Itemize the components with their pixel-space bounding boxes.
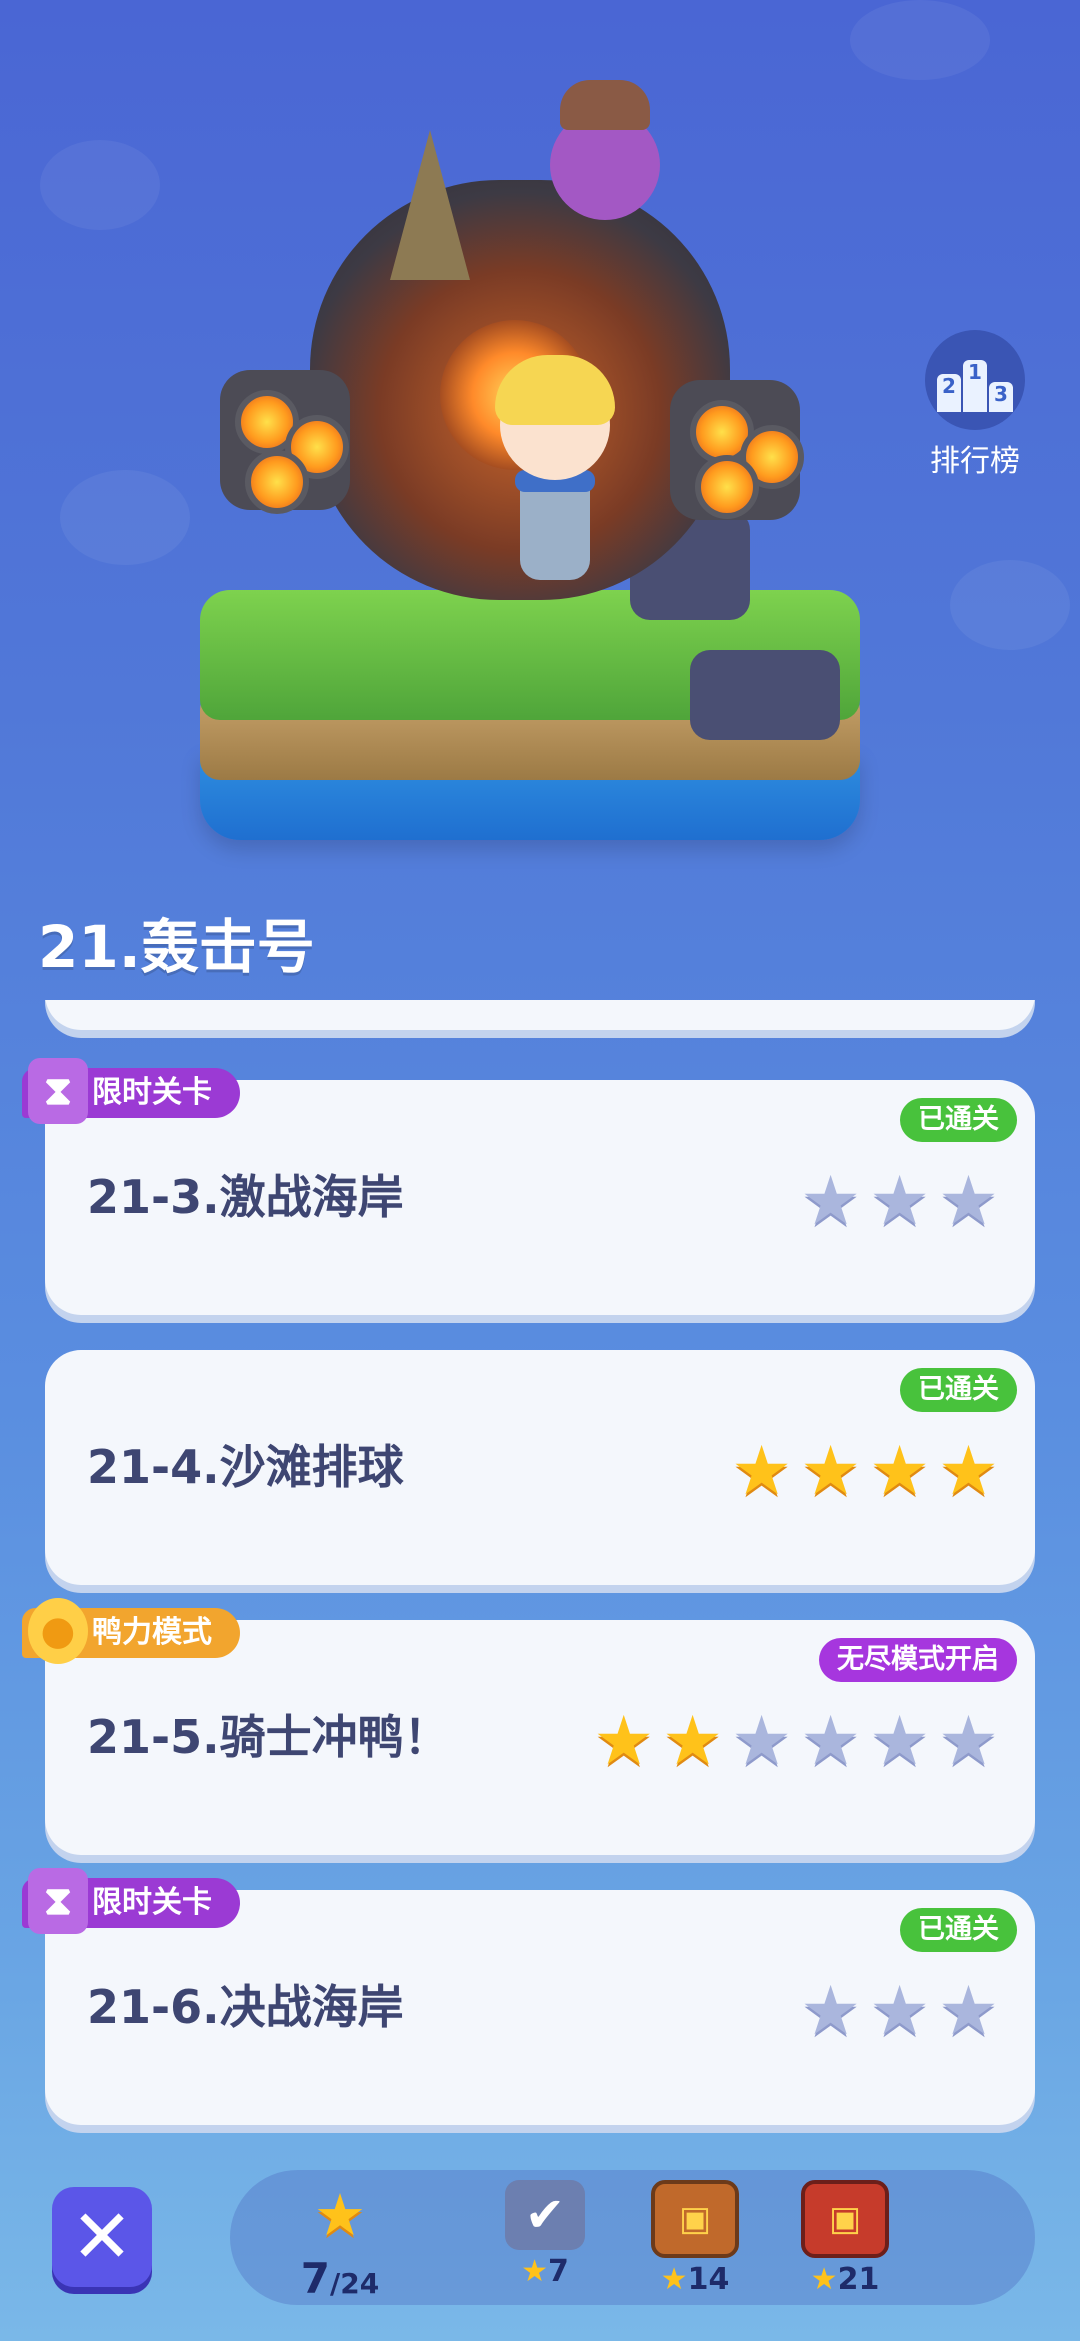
star-icon: ★: [810, 2262, 838, 2297]
background-pattern: [60, 470, 190, 565]
background-pattern: [950, 560, 1070, 650]
leaderboard-button[interactable]: 2 1 3 排行榜: [920, 330, 1030, 480]
level-card[interactable]: 21-4.沙滩排球 已通关 ★ ★ ★ ★: [45, 1350, 1035, 1585]
star-filled-icon: ★: [662, 1702, 724, 1781]
star-rating: ★ ★ ★ ★: [731, 1438, 999, 1506]
reward-threshold: ★7: [490, 2254, 600, 2289]
chapter-title: 21.轰击号: [38, 913, 315, 981]
star-empty-icon: ★: [800, 1162, 862, 1241]
star-icon: ★: [521, 2254, 549, 2289]
rock: [690, 650, 840, 740]
cannon-barrel: [695, 455, 759, 519]
boss-illustration: [190, 70, 890, 850]
reward-milestone[interactable]: ▣ ★14: [640, 2180, 750, 2297]
level-list[interactable]: 21-3.激战海岸 已通关 ★ ★ ★ ⧗ 限时关卡 21-4.沙滩排球 已通关…: [0, 1000, 1080, 2140]
reward-threshold: ★14: [640, 2262, 750, 2297]
star-rewards-bar: ★ 7/24 ✔ ★7 ▣ ★14 ▣ ★21: [230, 2170, 1035, 2305]
tag-label: 鸭力模式: [92, 1615, 212, 1650]
status-badge: 无尽模式开启: [819, 1638, 1017, 1682]
podium-icon: 2 1 3: [925, 330, 1025, 430]
hourglass-icon: ⧗: [28, 1868, 88, 1934]
chest-icon: ▣: [651, 2180, 739, 2258]
podium-second: 2: [937, 374, 961, 412]
pirate-hat: [560, 80, 650, 130]
duck-mode-tag: ● 鸭力模式: [22, 1598, 240, 1664]
star-empty-icon: ★: [731, 1702, 793, 1781]
limited-time-tag: ⧗ 限时关卡: [22, 1058, 240, 1124]
limited-time-tag: ⧗ 限时关卡: [22, 1868, 240, 1934]
star-filled-icon: ★: [731, 1432, 793, 1511]
star-empty-icon: ★: [869, 1702, 931, 1781]
close-button[interactable]: ✕: [52, 2187, 152, 2287]
level-name: 21-4.沙滩排球: [87, 1440, 404, 1494]
cannon-barrel: [245, 450, 309, 514]
star-total: /24: [330, 2267, 380, 2300]
chest-icon: ▣: [801, 2180, 889, 2258]
star-filled-icon: ★: [938, 1432, 999, 1511]
star-rating: ★ ★ ★: [800, 1168, 999, 1236]
reward-value: 7: [548, 2254, 569, 2289]
star-empty-icon: ★: [938, 1162, 999, 1241]
reward-threshold: ★21: [790, 2262, 900, 2297]
star-empty-icon: ★: [938, 1702, 999, 1781]
tag-label: 限时关卡: [92, 1075, 212, 1110]
reward-value: 21: [837, 2262, 880, 2297]
star-empty-icon: ★: [800, 1972, 862, 2051]
star-empty-icon: ★: [869, 1972, 931, 2051]
star-empty-icon: ★: [938, 1972, 999, 2051]
star-icon: ★: [660, 2262, 688, 2297]
check-reward-icon: ✔: [505, 2180, 585, 2250]
status-badge: 已通关: [900, 1908, 1017, 1952]
star-empty-icon: ★: [800, 1702, 862, 1781]
star-count: 7: [300, 2254, 331, 2303]
reward-value: 14: [687, 2262, 730, 2297]
close-icon: ✕: [70, 2194, 133, 2280]
star-progress: ★ 7/24: [285, 2180, 395, 2303]
podium-third: 3: [989, 382, 1013, 412]
podium-first: 1: [963, 360, 987, 412]
status-badge: 已通关: [900, 1098, 1017, 1142]
star-filled-icon: ★: [800, 1432, 862, 1511]
reward-milestone[interactable]: ✔ ★7: [490, 2180, 600, 2289]
star-progress-value: 7/24: [285, 2254, 395, 2303]
background-pattern: [850, 0, 990, 80]
star-icon: ★: [314, 2181, 366, 2249]
tag-label: 限时关卡: [92, 1885, 212, 1920]
star-rating: ★ ★ ★: [800, 1978, 999, 2046]
hourglass-icon: ⧗: [28, 1058, 88, 1124]
reward-milestone[interactable]: ▣ ★21: [790, 2180, 900, 2297]
background-pattern: [40, 140, 160, 230]
star-empty-icon: ★: [869, 1162, 931, 1241]
level-card-partial[interactable]: [45, 1000, 1035, 1030]
status-badge: 已通关: [900, 1368, 1017, 1412]
leaderboard-label: 排行榜: [930, 444, 1020, 479]
duck-icon: ●: [28, 1598, 88, 1664]
star-filled-icon: ★: [593, 1702, 655, 1781]
star-filled-icon: ★: [869, 1432, 931, 1511]
star-rating: ★ ★ ★ ★ ★ ★: [593, 1708, 999, 1776]
boss-spike: [390, 130, 470, 280]
